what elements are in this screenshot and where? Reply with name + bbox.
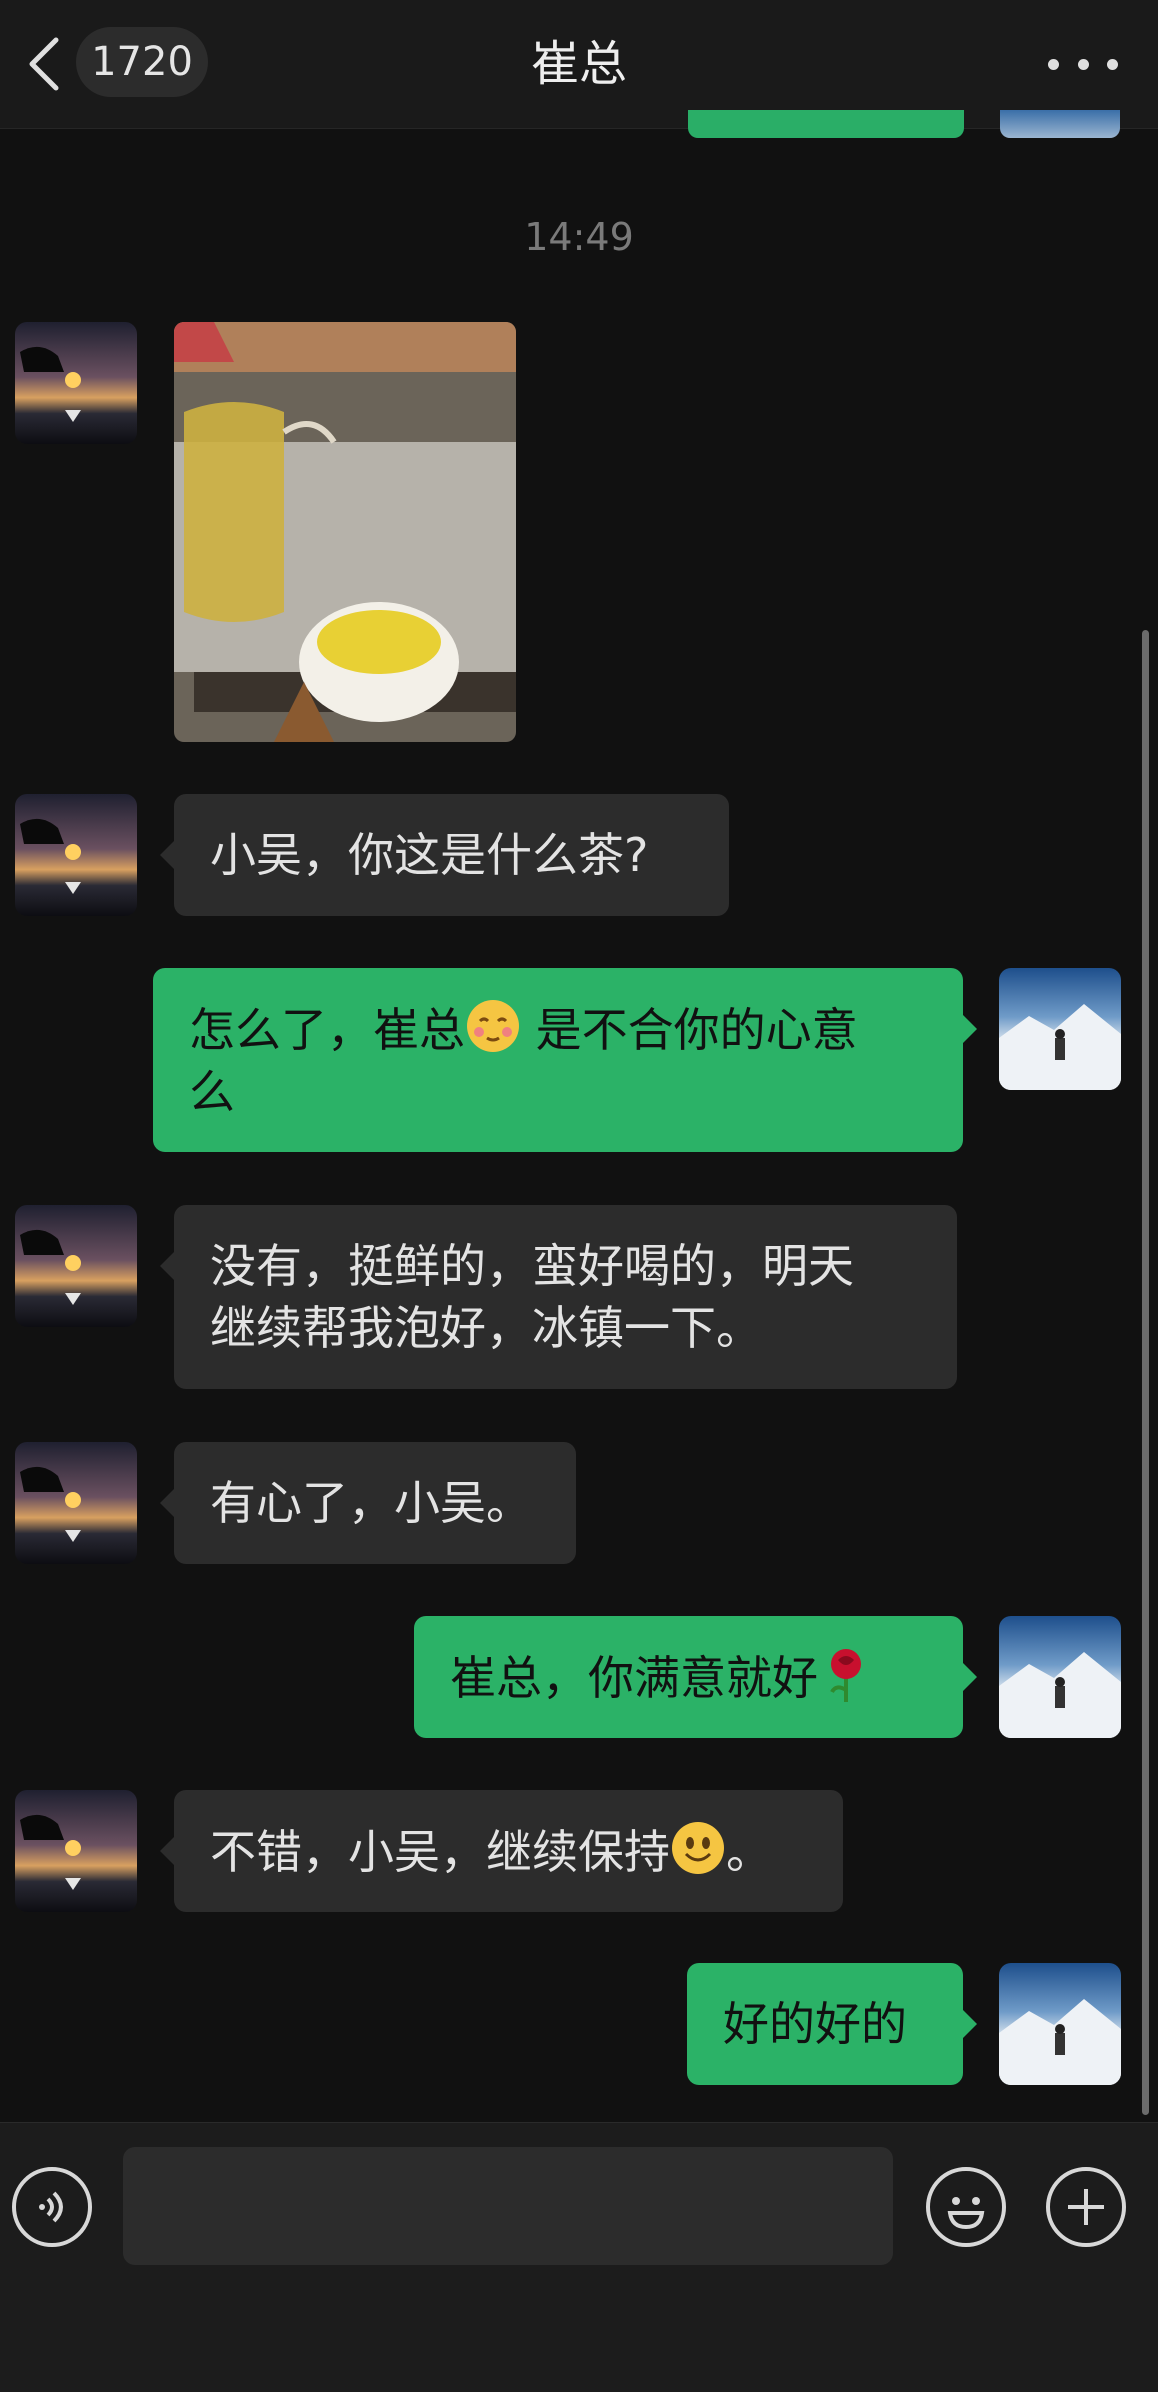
contact-avatar[interactable] (15, 1205, 137, 1327)
my-avatar[interactable] (999, 1616, 1121, 1738)
contact-avatar[interactable] (15, 1790, 137, 1912)
message-text-line1: 没有，挺鲜的，蛮好喝的，明天 (210, 1239, 854, 1293)
message-text: 崔总，你满意就好 (450, 1646, 874, 1709)
incoming-message-bubble[interactable]: 小吴，你这是什么茶? (160, 794, 729, 916)
message-text: 小吴，你这是什么茶? (210, 828, 649, 882)
message-text: 不错，小吴，继续保持。 (210, 1820, 772, 1883)
message-input[interactable] (123, 2147, 893, 2265)
chat-screen: 1720 崔总 14:49 小吴，你这是什么茶? 怎么了，崔总 是不合你的心意 … (0, 0, 1158, 2392)
tea-photo-message[interactable] (174, 322, 516, 742)
plus-icon[interactable] (1046, 2167, 1126, 2247)
message-text-line2: 么 (189, 1065, 235, 1119)
scrollbar[interactable] (1142, 630, 1149, 2115)
my-avatar[interactable] (999, 968, 1121, 1090)
incoming-message-bubble[interactable]: 没有，挺鲜的，蛮好喝的，明天 继续帮我泡好，冰镇一下。 (160, 1205, 957, 1389)
incoming-message-bubble[interactable]: 不错，小吴，继续保持。 (160, 1790, 843, 1912)
emoji-icon[interactable] (926, 2167, 1006, 2247)
contact-avatar[interactable] (15, 794, 137, 916)
unread-count-badge[interactable]: 1720 (76, 27, 208, 97)
contact-avatar[interactable] (15, 322, 137, 444)
message-timestamp: 14:49 (524, 215, 634, 259)
chat-header: 1720 崔总 (0, 0, 1158, 138)
outgoing-message-bubble[interactable]: 怎么了，崔总 是不合你的心意 么 (153, 968, 977, 1152)
contact-avatar[interactable] (15, 1442, 137, 1564)
message-text-line2: 继续帮我泡好，冰镇一下。 (210, 1301, 762, 1355)
outgoing-message-bubble[interactable]: 好的好的 (687, 1963, 977, 2085)
back-chevron-icon[interactable] (24, 34, 64, 94)
rose-emoji-icon (830, 1648, 861, 1702)
my-avatar[interactable] (999, 1963, 1121, 2085)
blush-face-emoji-icon (467, 1000, 519, 1052)
voice-icon[interactable] (12, 2167, 92, 2247)
outgoing-message-bubble[interactable]: 崔总，你满意就好 (414, 1616, 977, 1738)
incoming-message-bubble[interactable]: 有心了，小吴。 (160, 1442, 576, 1564)
more-dots-icon[interactable] (1048, 38, 1118, 90)
smile-face-emoji-icon (672, 1821, 724, 1874)
message-text-line1: 怎么了，崔总 是不合你的心意 (189, 998, 927, 1061)
previous-message-bubble-edge (688, 110, 964, 138)
message-text: 好的好的 (723, 1997, 907, 2051)
previous-avatar-edge (1000, 110, 1120, 138)
message-text: 有心了，小吴。 (210, 1476, 532, 1530)
input-bar (0, 2122, 1158, 2392)
